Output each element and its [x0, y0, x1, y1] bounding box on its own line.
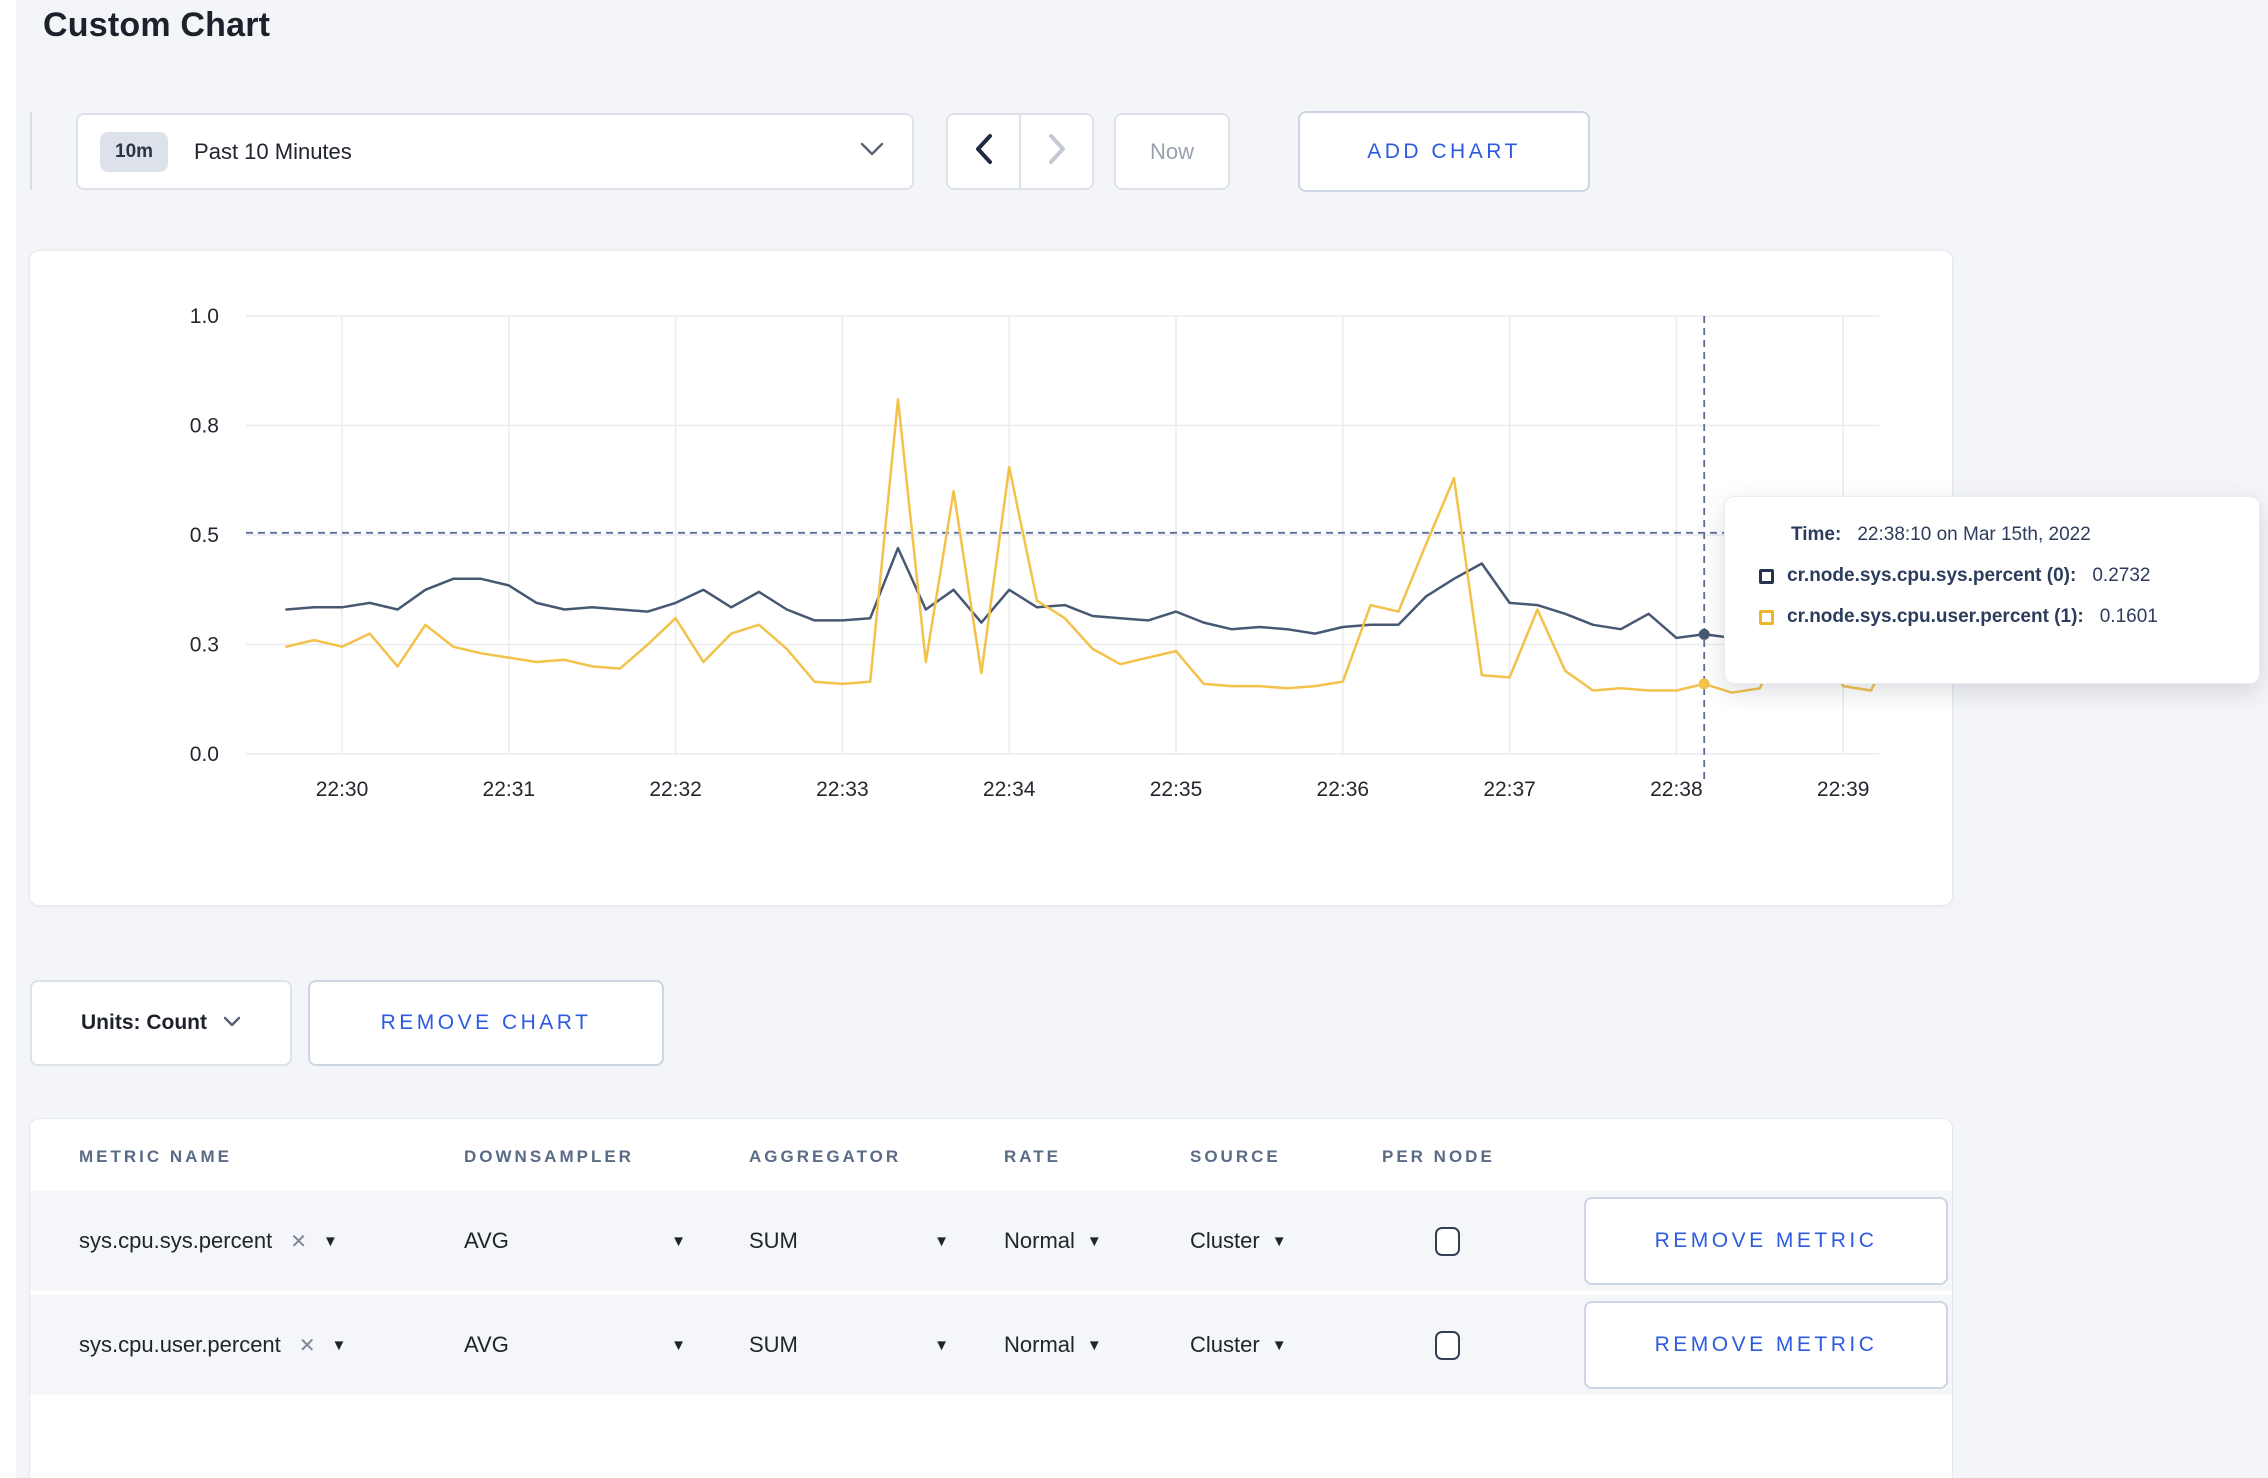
chart-hover-tooltip: Time: 22:38:10 on Mar 15th, 2022 cr.node…	[1724, 496, 2260, 684]
caret-down-icon: ▼	[934, 1232, 949, 1250]
svg-text:22:38: 22:38	[1650, 778, 1703, 801]
tooltip-time-value: 22:38:10 on Mar 15th, 2022	[1857, 524, 2091, 545]
per-node-checkbox[interactable]	[1435, 1227, 1460, 1256]
column-header-metric-name: METRIC NAME	[79, 1147, 232, 1166]
metric-name-value: sys.cpu.sys.percent	[79, 1228, 273, 1253]
tooltip-metric-name: cr.node.sys.cpu.user.percent (1):	[1787, 606, 2084, 627]
caret-down-icon: ▼	[671, 1336, 686, 1354]
page-background: Custom Chart 10m Past 10 Minutes Now ADD…	[16, 0, 2268, 1478]
units-label: Units: Count	[81, 1011, 207, 1034]
metrics-table: METRIC NAME DOWNSAMPLER AGGREGATOR RATE …	[29, 1118, 1953, 1478]
prev-interval-button[interactable]	[948, 115, 1019, 188]
add-chart-button[interactable]: ADD CHART	[1298, 111, 1590, 192]
svg-text:22:39: 22:39	[1817, 778, 1870, 801]
svg-text:22:30: 22:30	[316, 778, 369, 801]
metric-name-dropdown[interactable]: sys.cpu.user.percent ✕ ▼	[79, 1295, 346, 1395]
downsampler-dropdown[interactable]: AVG ▼	[464, 1295, 686, 1395]
aggregator-dropdown[interactable]: SUM ▼	[749, 1295, 949, 1395]
tooltip-metric-value: 0.2732	[2092, 565, 2151, 586]
chart-plot-area[interactable]: 0.0 0.3 0.5 0.8 1.0 22:30 22:31 22:32 22:33 22:34…	[30, 251, 1954, 907]
svg-text:22:35: 22:35	[1150, 778, 1203, 801]
units-dropdown[interactable]: Units: Count	[30, 980, 292, 1066]
rate-value: Normal	[1004, 1332, 1075, 1357]
svg-text:22:34: 22:34	[983, 778, 1036, 801]
svg-text:22:36: 22:36	[1317, 778, 1370, 801]
caret-down-icon: ▼	[671, 1232, 686, 1250]
caret-down-icon: ▼	[934, 1336, 949, 1354]
rate-dropdown[interactable]: Normal ▼	[1004, 1295, 1102, 1395]
time-range-badge: 10m	[100, 131, 169, 172]
svg-text:0.3: 0.3	[190, 634, 219, 657]
time-range-dropdown[interactable]: 10m Past 10 Minutes	[76, 113, 914, 190]
table-row: sys.cpu.user.percent ✕ ▼ AVG ▼ SUM ▼ Nor…	[30, 1295, 1952, 1395]
metric-name-dropdown[interactable]: sys.cpu.sys.percent ✕ ▼	[79, 1191, 338, 1291]
page-title: Custom Chart	[43, 6, 271, 44]
chevron-right-icon	[1047, 133, 1067, 170]
series-swatch-icon	[1759, 568, 1774, 584]
column-header-per-node: PER NODE	[1382, 1147, 1495, 1166]
metric-name-value: sys.cpu.user.percent	[79, 1332, 281, 1357]
remove-metric-button[interactable]: REMOVE METRIC	[1584, 1197, 1948, 1285]
toolbar-divider	[30, 112, 32, 190]
downsampler-dropdown[interactable]: AVG ▼	[464, 1191, 686, 1291]
tooltip-metric-value: 0.1601	[2099, 606, 2158, 627]
aggregator-dropdown[interactable]: SUM ▼	[749, 1191, 949, 1291]
column-header-source: SOURCE	[1190, 1147, 1281, 1166]
aggregator-value: SUM	[749, 1228, 798, 1253]
svg-text:22:32: 22:32	[649, 778, 702, 801]
downsampler-value: AVG	[464, 1332, 509, 1357]
caret-down-icon: ▼	[322, 1232, 338, 1250]
downsampler-value: AVG	[464, 1228, 509, 1253]
caret-down-icon: ▼	[1271, 1336, 1287, 1354]
svg-text:0.0: 0.0	[190, 743, 219, 766]
svg-text:0.8: 0.8	[190, 415, 219, 438]
source-value: Cluster	[1190, 1332, 1260, 1357]
svg-text:22:37: 22:37	[1483, 778, 1536, 801]
column-header-rate: RATE	[1004, 1147, 1062, 1166]
column-header-downsampler: DOWNSAMPLER	[464, 1147, 634, 1166]
table-row: sys.cpu.sys.percent ✕ ▼ AVG ▼ SUM ▼ Norm…	[30, 1191, 1952, 1291]
source-dropdown[interactable]: Cluster ▼	[1190, 1191, 1287, 1291]
caret-down-icon: ▼	[1086, 1336, 1102, 1354]
rate-value: Normal	[1004, 1228, 1075, 1253]
caret-down-icon: ▼	[1271, 1232, 1287, 1250]
next-interval-button[interactable]	[1019, 115, 1092, 188]
now-button[interactable]: Now	[1114, 113, 1230, 190]
tooltip-time-label: Time:	[1791, 524, 1842, 545]
per-node-checkbox[interactable]	[1435, 1331, 1460, 1360]
svg-text:1.0: 1.0	[190, 305, 219, 328]
tooltip-series-row: cr.node.sys.cpu.user.percent (1): 0.1601	[1759, 606, 2235, 628]
time-pager	[946, 113, 1094, 190]
aggregator-value: SUM	[749, 1332, 798, 1357]
clear-metric-icon[interactable]: ✕	[290, 1229, 307, 1254]
caret-down-icon: ▼	[1086, 1232, 1102, 1250]
time-range-label: Past 10 Minutes	[194, 138, 352, 164]
svg-text:22:31: 22:31	[483, 778, 536, 801]
clear-metric-icon[interactable]: ✕	[299, 1333, 316, 1358]
tooltip-metric-name: cr.node.sys.cpu.sys.percent (0):	[1787, 565, 2077, 586]
rate-dropdown[interactable]: Normal ▼	[1004, 1191, 1102, 1291]
caret-down-icon: ▼	[331, 1336, 347, 1354]
source-value: Cluster	[1190, 1228, 1260, 1253]
remove-metric-button[interactable]: REMOVE METRIC	[1584, 1301, 1948, 1389]
chevron-down-icon	[860, 142, 884, 161]
chevron-down-icon	[223, 1014, 241, 1032]
tooltip-series-row: cr.node.sys.cpu.sys.percent (0): 0.2732	[1759, 565, 2235, 587]
chart-card: 0.0 0.3 0.5 0.8 1.0 22:30 22:31 22:32 22:33 22:34…	[29, 250, 1953, 906]
svg-text:0.5: 0.5	[190, 524, 219, 547]
chevron-left-icon	[974, 133, 994, 170]
source-dropdown[interactable]: Cluster ▼	[1190, 1295, 1287, 1395]
svg-text:22:33: 22:33	[816, 778, 869, 801]
column-header-aggregator: AGGREGATOR	[749, 1147, 902, 1166]
remove-chart-button[interactable]: REMOVE CHART	[308, 980, 664, 1066]
series-swatch-icon	[1759, 609, 1774, 625]
